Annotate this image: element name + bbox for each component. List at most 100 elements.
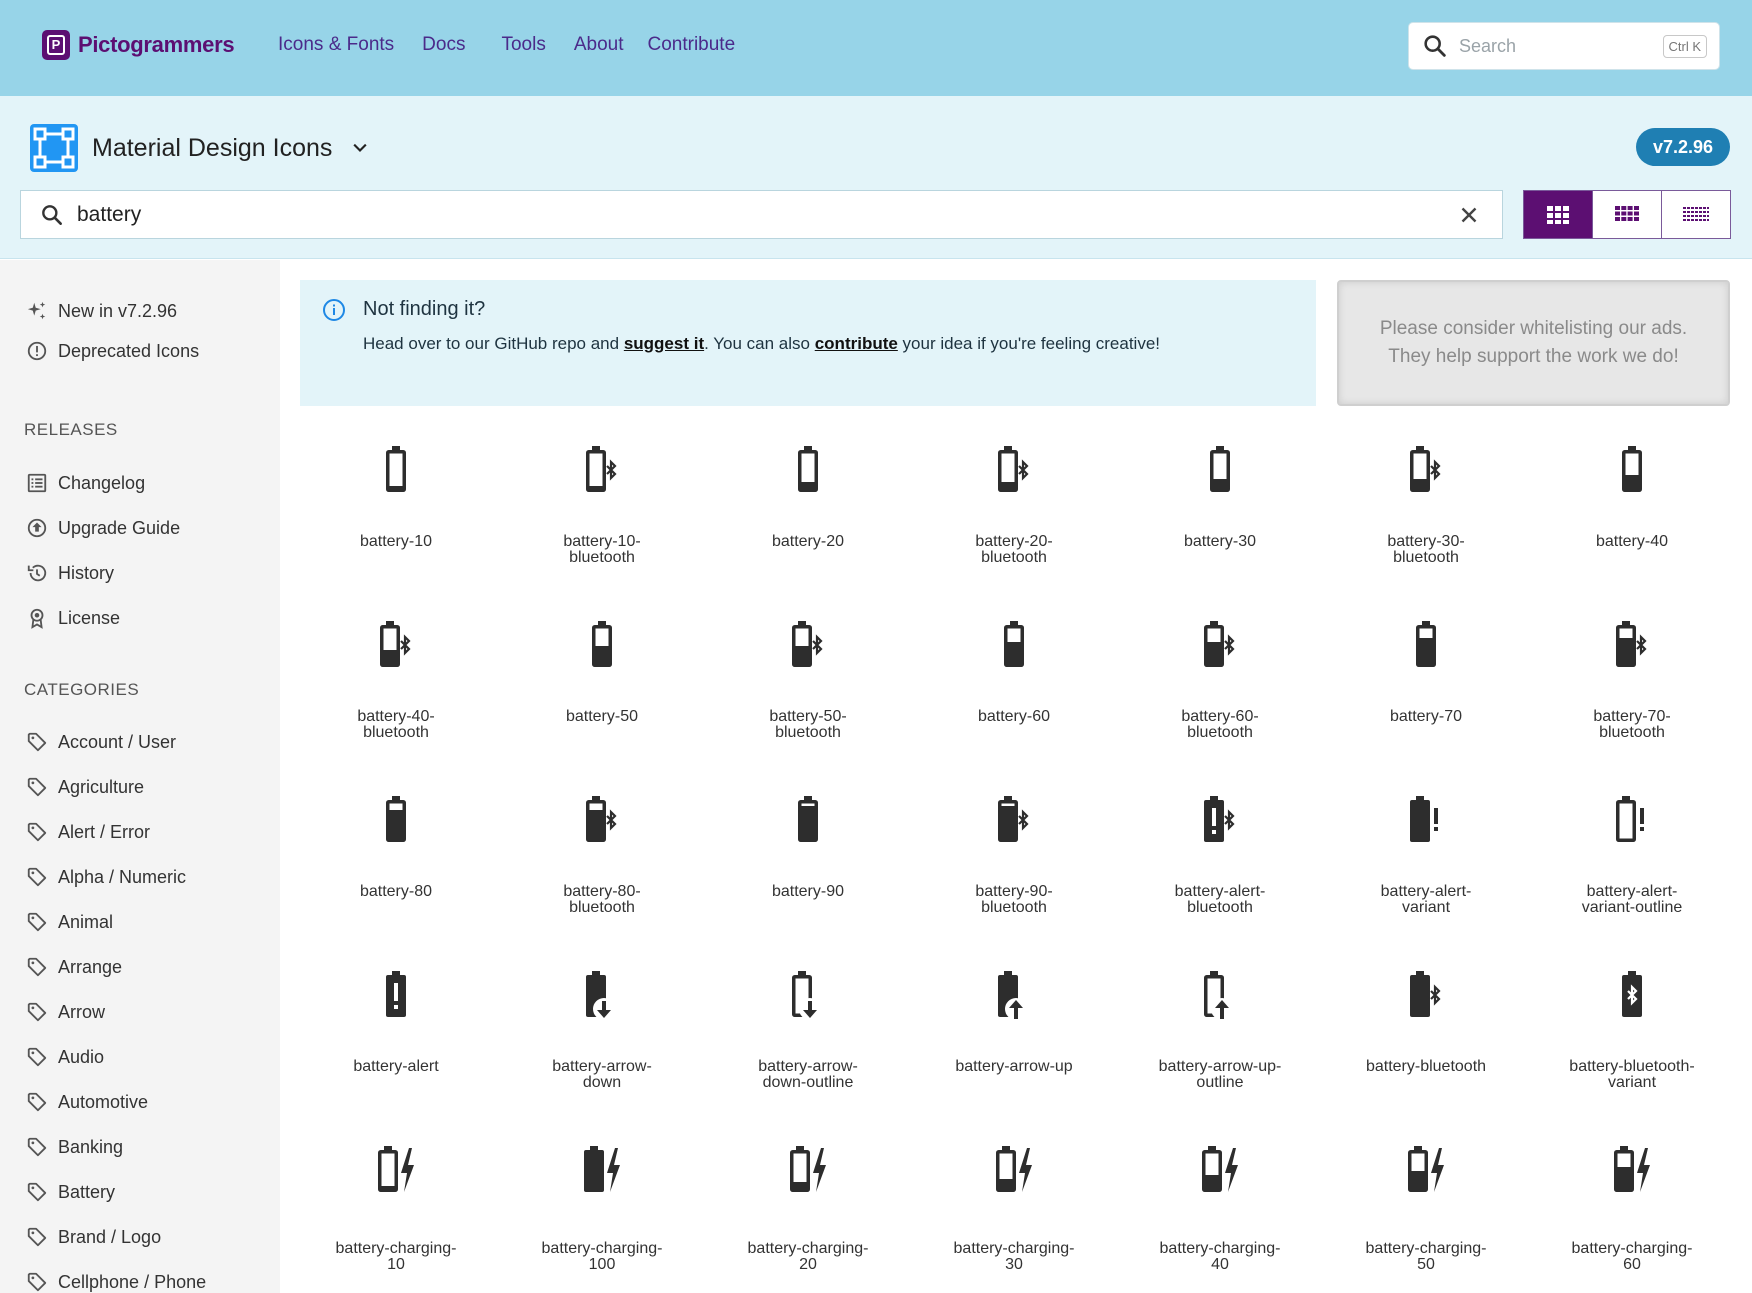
icon-tile[interactable]: battery-30- bluetooth [1330, 440, 1522, 610]
nav-tools[interactable]: Tools [501, 34, 545, 56]
battery-30-bluetooth-icon [1410, 446, 1441, 492]
icon-tile[interactable]: battery-70 [1330, 615, 1522, 785]
view-large-grid-button[interactable] [1524, 191, 1593, 238]
sidebar-item-category[interactable]: Arrow [26, 1001, 105, 1023]
icon-tile[interactable]: battery-50- bluetooth [712, 615, 904, 785]
sidebar-item-category[interactable]: Alpha / Numeric [26, 866, 186, 888]
library-selector[interactable]: Material Design Icons [30, 124, 370, 172]
view-medium-grid-button[interactable] [1593, 191, 1662, 238]
icon-tile[interactable]: battery-alert-bluetooth [1124, 790, 1316, 960]
icon-tile[interactable]: battery-alert-variant [1330, 790, 1522, 960]
icon-tile[interactable]: battery-20 [712, 440, 904, 610]
sidebar-item-category[interactable]: Arrange [26, 956, 122, 978]
icon-tile[interactable]: battery-charging- 100 [506, 1140, 698, 1293]
search-placeholder: Search [1459, 35, 1517, 56]
sidebar-item-category[interactable]: Audio [26, 1046, 104, 1068]
icon-name: battery-charging- 60 [1571, 1240, 1693, 1273]
battery-charging-50-icon [1408, 1146, 1444, 1192]
icon-tile[interactable]: battery-20- bluetooth [918, 440, 1110, 610]
material-design-icons-logo-icon [30, 124, 78, 172]
sidebar-item-category[interactable]: Account / User [26, 731, 176, 753]
sidebar-item-new[interactable]: New in v7.2.96 [26, 300, 177, 322]
view-small-grid-button[interactable] [1662, 191, 1730, 238]
battery-20-icon [798, 446, 818, 492]
icon-tile[interactable]: battery-charging- 50 [1330, 1140, 1522, 1293]
battery-charging-30-icon [996, 1146, 1032, 1192]
sidebar-item-label: Agriculture [58, 776, 145, 797]
icon-tile[interactable]: battery-alert [300, 965, 492, 1135]
icon-name: battery-charging- 30 [953, 1240, 1075, 1273]
sidebar-item-upgrade-guide[interactable]: Upgrade Guide [26, 517, 180, 539]
list-icon [27, 473, 47, 493]
battery-alert-bluetooth-icon [1204, 796, 1235, 842]
icon-tile[interactable]: battery-60- bluetooth [1124, 615, 1316, 785]
battery-60-bluetooth-icon [1204, 621, 1235, 667]
nav-docs[interactable]: Docs [422, 34, 465, 56]
icon-tile[interactable]: battery-arrow-up [918, 965, 1110, 1135]
battery-40-bluetooth-icon [380, 621, 411, 667]
brand-link[interactable]: P Pictogrammers [42, 30, 235, 60]
chevron-down-icon [353, 143, 367, 153]
sidebar-item-category[interactable]: Animal [26, 911, 113, 933]
close-icon[interactable] [1456, 202, 1482, 228]
battery-30-icon [1210, 446, 1230, 492]
contribute-link[interactable]: contribute [815, 334, 898, 353]
sidebar-item-category[interactable]: Cellphone / Phone [26, 1271, 206, 1293]
sidebar-item-category[interactable]: Battery [26, 1181, 115, 1203]
sidebar-item-label: Animal [58, 911, 114, 932]
icon-tile[interactable]: battery-charging- 40 [1124, 1140, 1316, 1293]
icon-tile[interactable]: battery-80 [300, 790, 492, 960]
icon-tile[interactable]: battery-70- bluetooth [1536, 615, 1728, 785]
icon-tile[interactable]: battery-40 [1536, 440, 1728, 610]
battery-40-icon [1622, 446, 1642, 492]
icon-tile[interactable]: battery-40- bluetooth [300, 615, 492, 785]
sidebar-item-category[interactable]: Agriculture [26, 776, 144, 798]
icon-tile[interactable]: battery-charging- 20 [712, 1140, 904, 1293]
battery-80-bluetooth-icon [586, 796, 617, 842]
icon-tile[interactable]: battery-10- bluetooth [506, 440, 698, 610]
tag-icon [27, 1272, 47, 1292]
icon-tile[interactable]: battery-50 [506, 615, 698, 785]
icon-tile[interactable]: battery-charging- 30 [918, 1140, 1110, 1293]
upgrade-icon [27, 518, 47, 538]
battery-50-bluetooth-icon [792, 621, 823, 667]
icon-tile[interactable]: battery-arrow-up-outline [1124, 965, 1316, 1135]
version-badge[interactable]: v7.2.96 [1636, 128, 1730, 166]
icon-tile[interactable]: battery-90 [712, 790, 904, 960]
sidebar-item-label: Alpha / Numeric [58, 866, 187, 887]
sidebar-item-category[interactable]: Automotive [26, 1091, 148, 1113]
icon-tile[interactable]: battery-80- bluetooth [506, 790, 698, 960]
sidebar-item-deprecated[interactable]: Deprecated Icons [26, 340, 199, 362]
icon-name: battery-bluetooth [1365, 1058, 1487, 1075]
battery-charging-10-icon [378, 1146, 414, 1192]
sidebar-item-category[interactable]: Alert / Error [26, 821, 150, 843]
icon-name: battery-bluetooth-variant [1569, 1058, 1695, 1091]
icon-tile[interactable]: battery-30 [1124, 440, 1316, 610]
sidebar-item-category[interactable]: Brand / Logo [26, 1226, 161, 1248]
icon-name: battery-40 [1595, 533, 1669, 550]
sidebar-item-history[interactable]: History [26, 562, 114, 584]
sidebar-item-changelog[interactable]: Changelog [26, 472, 145, 494]
tag-icon [27, 777, 47, 797]
nav-about[interactable]: About [574, 34, 624, 56]
icon-tile[interactable]: battery-charging- 10 [300, 1140, 492, 1293]
icon-name: battery-30 [1183, 533, 1257, 550]
icon-name: battery-60 [977, 708, 1051, 725]
icon-search-input[interactable]: battery [20, 190, 1503, 239]
icon-tile[interactable]: battery-arrow-down-outline [712, 965, 904, 1135]
global-search-input[interactable]: Search Ctrl K [1408, 22, 1720, 70]
sidebar-item-license[interactable]: License [26, 607, 120, 629]
icon-tile[interactable]: battery-arrow-down [506, 965, 698, 1135]
suggest-it-link[interactable]: suggest it [624, 334, 704, 353]
icon-tile[interactable]: battery-90- bluetooth [918, 790, 1110, 960]
icon-tile[interactable]: battery-alert-variant-outline [1536, 790, 1728, 960]
nav-contribute[interactable]: Contribute [647, 34, 735, 56]
tag-icon [27, 867, 47, 887]
icon-tile[interactable]: battery-10 [300, 440, 492, 610]
icon-tile[interactable]: battery-charging- 60 [1536, 1140, 1728, 1293]
icon-tile[interactable]: battery-bluetooth-variant [1536, 965, 1728, 1135]
nav-icons-fonts[interactable]: Icons & Fonts [278, 34, 394, 56]
icon-tile[interactable]: battery-60 [918, 615, 1110, 785]
icon-tile[interactable]: battery-bluetooth [1330, 965, 1522, 1135]
sidebar-item-category[interactable]: Banking [26, 1136, 123, 1158]
